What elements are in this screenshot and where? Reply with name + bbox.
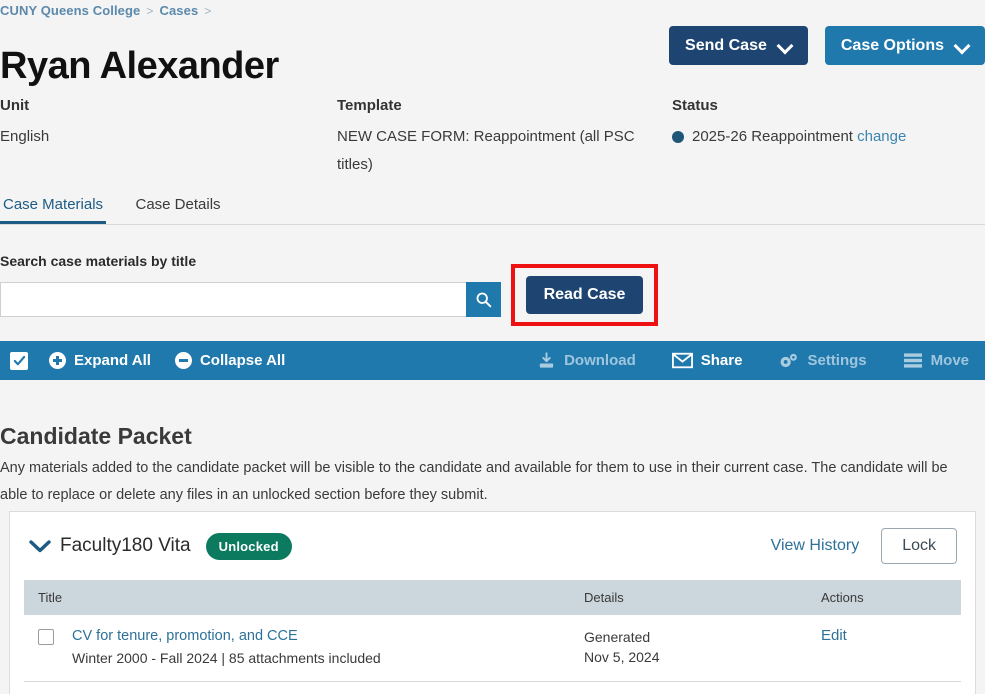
section-title: Candidate Packet	[0, 423, 192, 450]
cell-actions: Edit	[807, 615, 961, 682]
meta-status-label: Status	[672, 97, 718, 114]
packet-card: Faculty180 Vita Unlocked View History Lo…	[9, 511, 976, 694]
move-label: Move	[930, 352, 969, 369]
breadcrumb-link-institution[interactable]: CUNY Queens College	[0, 3, 140, 18]
check-icon	[13, 355, 25, 366]
cell-title: CV for tenure, promotion, and CCE Winter…	[24, 615, 570, 682]
packet-card-title: Faculty180 Vita	[60, 535, 191, 556]
move-rows-icon	[903, 353, 922, 368]
share-label: Share	[700, 352, 743, 369]
materials-toolbar: Expand All Collapse All Download Share S…	[0, 341, 985, 380]
meta-status: Status 2025-26 Reappointment change	[672, 97, 985, 151]
envelope-icon	[671, 352, 693, 369]
settings-button[interactable]: Settings	[778, 352, 867, 370]
search-icon	[476, 292, 492, 308]
read-case-highlight: Read Case	[511, 264, 658, 326]
packet-card-header: Faculty180 Vita Unlocked View History Lo…	[10, 512, 975, 580]
case-options-button[interactable]: Case Options	[824, 26, 985, 65]
gears-icon	[781, 353, 798, 367]
material-title-link[interactable]: CV for tenure, promotion, and CCE	[72, 628, 298, 644]
column-header-title: Title	[24, 580, 570, 615]
tab-case-details[interactable]: Case Details	[133, 196, 224, 221]
page-title: Ryan Alexander	[0, 45, 279, 88]
view-history-link[interactable]: View History	[771, 537, 860, 555]
table-header-row: Title Details Actions	[24, 580, 961, 615]
download-button[interactable]: Download	[537, 351, 636, 370]
download-label: Download	[564, 352, 636, 369]
plus-circle-icon	[49, 352, 66, 369]
cell-details: Generated Nov 5, 2024	[570, 615, 807, 682]
meta-unit-label: Unit	[0, 97, 30, 114]
search-input[interactable]	[0, 282, 466, 317]
chevron-down-icon	[779, 39, 792, 52]
send-case-label: Send Case	[685, 36, 767, 54]
chevron-down-icon	[956, 39, 969, 52]
section-description: Any materials added to the candidate pac…	[0, 459, 948, 503]
material-details-date: Nov 5, 2024	[584, 649, 660, 665]
collapse-all-button[interactable]: Collapse All	[174, 352, 286, 369]
select-all-checkbox[interactable]	[10, 351, 28, 370]
edit-link[interactable]: Edit	[821, 627, 847, 644]
case-materials-page: CUNY Queens College > Cases > Ryan Alexande…	[0, 0, 985, 694]
expand-all-label: Expand All	[74, 352, 151, 369]
material-details-status: Generated	[584, 629, 651, 645]
send-case-button[interactable]: Send Case	[669, 26, 808, 65]
meta-unit-value: English	[0, 128, 50, 145]
search-bar	[0, 282, 501, 317]
collapse-all-label: Collapse All	[199, 352, 286, 369]
column-header-details: Details	[570, 580, 807, 615]
breadcrumb-separator-1: >	[146, 4, 154, 18]
status-badge: 2025-26 Reappointment	[692, 128, 853, 145]
breadcrumb: CUNY Queens College > Cases >	[0, 3, 217, 18]
meta-template-value: NEW CASE FORM: Reappointment (all PSC ti…	[337, 128, 635, 173]
case-tabs: Case Materials Case Details	[0, 196, 985, 225]
header-actions: Send Case Case Options	[669, 26, 985, 65]
move-button[interactable]: Move	[903, 352, 969, 369]
case-options-label: Case Options	[840, 36, 944, 54]
row-checkbox[interactable]	[38, 629, 54, 645]
material-subtitle: Winter 2000 - Fall 2024 | 85 attachments…	[72, 650, 381, 666]
meta-unit: Unit English	[0, 97, 330, 151]
expand-all-button[interactable]: Expand All	[49, 352, 151, 369]
meta-template-label: Template	[337, 97, 402, 114]
breadcrumb-separator-2: >	[204, 4, 212, 18]
status-change-link[interactable]: change	[857, 123, 906, 151]
status-dot-icon	[672, 131, 684, 143]
share-button[interactable]: Share	[671, 352, 743, 369]
table-row: CV for tenure, promotion, and CCE Winter…	[24, 615, 961, 682]
column-header-actions: Actions	[807, 580, 961, 615]
breadcrumb-link-cases[interactable]: Cases	[159, 3, 198, 18]
tab-case-materials[interactable]: Case Materials	[0, 196, 107, 224]
search-button[interactable]	[466, 282, 501, 317]
chevron-down-icon[interactable]	[28, 539, 52, 554]
read-case-button[interactable]: Read Case	[525, 276, 644, 314]
minus-circle-icon	[174, 352, 192, 369]
download-icon	[539, 351, 554, 368]
settings-label: Settings	[807, 352, 867, 369]
search-label: Search case materials by title	[0, 253, 197, 269]
lock-status-badge: Unlocked	[205, 532, 292, 560]
lock-button[interactable]: Lock	[881, 528, 957, 564]
materials-table: Title Details Actions CV for tenure, pro…	[24, 580, 961, 682]
meta-template: Template NEW CASE FORM: Reappointment (a…	[337, 97, 657, 179]
